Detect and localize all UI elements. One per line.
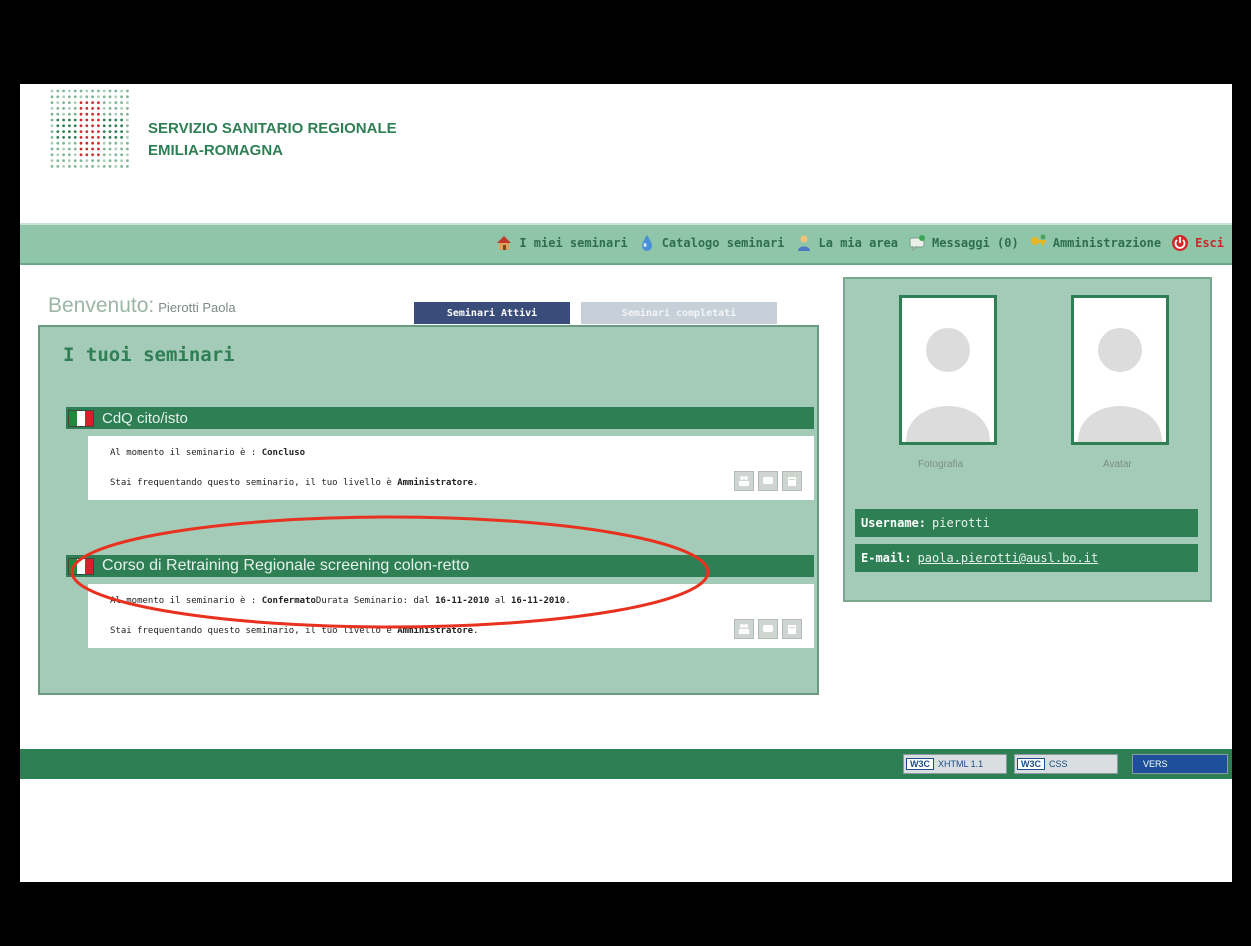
badge-text: CSS: [1049, 759, 1068, 769]
css-valid-badge[interactable]: W3C CSS: [1014, 754, 1118, 774]
xhtml-valid-badge[interactable]: W3C XHTML 1.1: [903, 754, 1007, 774]
nav-my-seminars[interactable]: I miei seminari: [495, 234, 628, 252]
status-prefix: Al momento il seminario è :: [110, 448, 262, 458]
seminar-details: Al momento il seminario è : Concluso Sta…: [88, 436, 814, 500]
person-silhouette-icon: [906, 328, 990, 442]
italian-flag-icon: [68, 409, 94, 427]
nav-my-seminars-label: I miei seminari: [519, 236, 628, 250]
nav-my-area[interactable]: La mia area: [795, 234, 898, 252]
key-icon: [1029, 234, 1047, 252]
my-seminars-panel: I tuoi seminari CdQ cito/isto Al momento…: [38, 325, 819, 695]
logo-line-2: EMILIA-ROMAGNA: [148, 142, 283, 159]
browser-viewport: SERVIZIO SANITARIO REGIONALE EMILIA-ROMA…: [20, 84, 1232, 882]
seminar-level: Amministratore: [397, 478, 474, 488]
tab-completed-seminars[interactable]: Seminari completati: [581, 302, 777, 324]
seminar-status: Concluso: [261, 448, 306, 458]
nav-my-area-label: La mia area: [818, 236, 899, 250]
nav-seminar-catalog[interactable]: Catalogo seminari: [638, 234, 785, 252]
calendar-icon[interactable]: [782, 619, 802, 639]
calendar-icon[interactable]: [782, 471, 802, 491]
nav-messages[interactable]: Messaggi (0): [908, 234, 1019, 252]
person-silhouette-icon: [1078, 328, 1162, 442]
user-icon: [795, 234, 813, 252]
nav-administration[interactable]: Amministrazione: [1029, 234, 1161, 252]
w3c-mark: W3C: [1017, 758, 1045, 770]
tab-active-seminars[interactable]: Seminari Attivi: [414, 302, 570, 324]
username-row: Username: pierotti: [855, 509, 1198, 537]
house-icon: [495, 234, 513, 252]
seminar-title[interactable]: CdQ cito/isto: [102, 410, 188, 427]
badge-text: VERS: [1143, 759, 1168, 769]
seminar-header[interactable]: CdQ cito/isto: [66, 407, 814, 429]
email-label: E-mail:: [861, 551, 912, 565]
photo-placeholder[interactable]: [899, 295, 997, 445]
regional-logo-icon: [50, 89, 129, 168]
email-link[interactable]: paola.pierotti@ausl.bo.it: [918, 551, 1099, 565]
nav-administration-label: Amministrazione: [1052, 236, 1162, 250]
accessibility-badge[interactable]: VERS: [1132, 754, 1228, 774]
chat-icon[interactable]: [758, 619, 778, 639]
badge-text: XHTML 1.1: [938, 759, 984, 769]
nav-logout-label: Esci: [1195, 236, 1224, 250]
message-icon: [908, 234, 926, 252]
welcome-line: Benvenuto: Pierotti Paola: [48, 294, 236, 318]
nav-messages-label: Messaggi (0): [932, 236, 1019, 250]
welcome-label: Benvenuto:: [48, 294, 155, 317]
highlight-ellipse-annotation: [70, 515, 710, 629]
chat-icon[interactable]: [758, 471, 778, 491]
level-suffix: .: [473, 478, 479, 488]
email-row: E-mail: paola.pierotti@ausl.bo.it: [855, 544, 1198, 572]
participants-icon[interactable]: [734, 471, 754, 491]
username-value: pierotti: [932, 516, 990, 530]
avatar-caption: Avatar: [1103, 459, 1132, 470]
panel-title: I tuoi seminari: [63, 344, 235, 366]
seminar-status-line: Al momento il seminario è : Concluso: [110, 448, 305, 458]
seminar-actions: [734, 471, 802, 491]
footer-bar: W3C XHTML 1.1 W3C CSS VERS: [20, 749, 1232, 779]
power-icon: [1171, 234, 1189, 252]
drop-icon: [638, 234, 656, 252]
username-label: Username:: [861, 516, 927, 530]
profile-panel: Fotografia Avatar Username: pierotti E-m…: [843, 277, 1212, 602]
photo-caption: Fotografia: [918, 459, 964, 470]
w3c-mark: W3C: [906, 758, 934, 770]
welcome-user-name: Pierotti Paola: [158, 300, 236, 315]
seminar-actions: [734, 619, 802, 639]
participants-icon[interactable]: [734, 619, 754, 639]
nav-logout[interactable]: Esci: [1171, 234, 1224, 252]
main-navbar: I miei seminari Catalogo seminari La mia…: [20, 223, 1232, 265]
nav-seminar-catalog-label: Catalogo seminari: [661, 236, 785, 250]
logo-text: SERVIZIO SANITARIO REGIONALE EMILIA-ROMA…: [148, 118, 397, 162]
level-prefix: Stai frequentando questo seminario, il t…: [110, 478, 398, 488]
avatar-placeholder[interactable]: [1071, 295, 1169, 445]
logo-line-1: SERVIZIO SANITARIO REGIONALE: [148, 120, 397, 137]
seminar-level-line: Stai frequentando questo seminario, il t…: [110, 478, 478, 488]
